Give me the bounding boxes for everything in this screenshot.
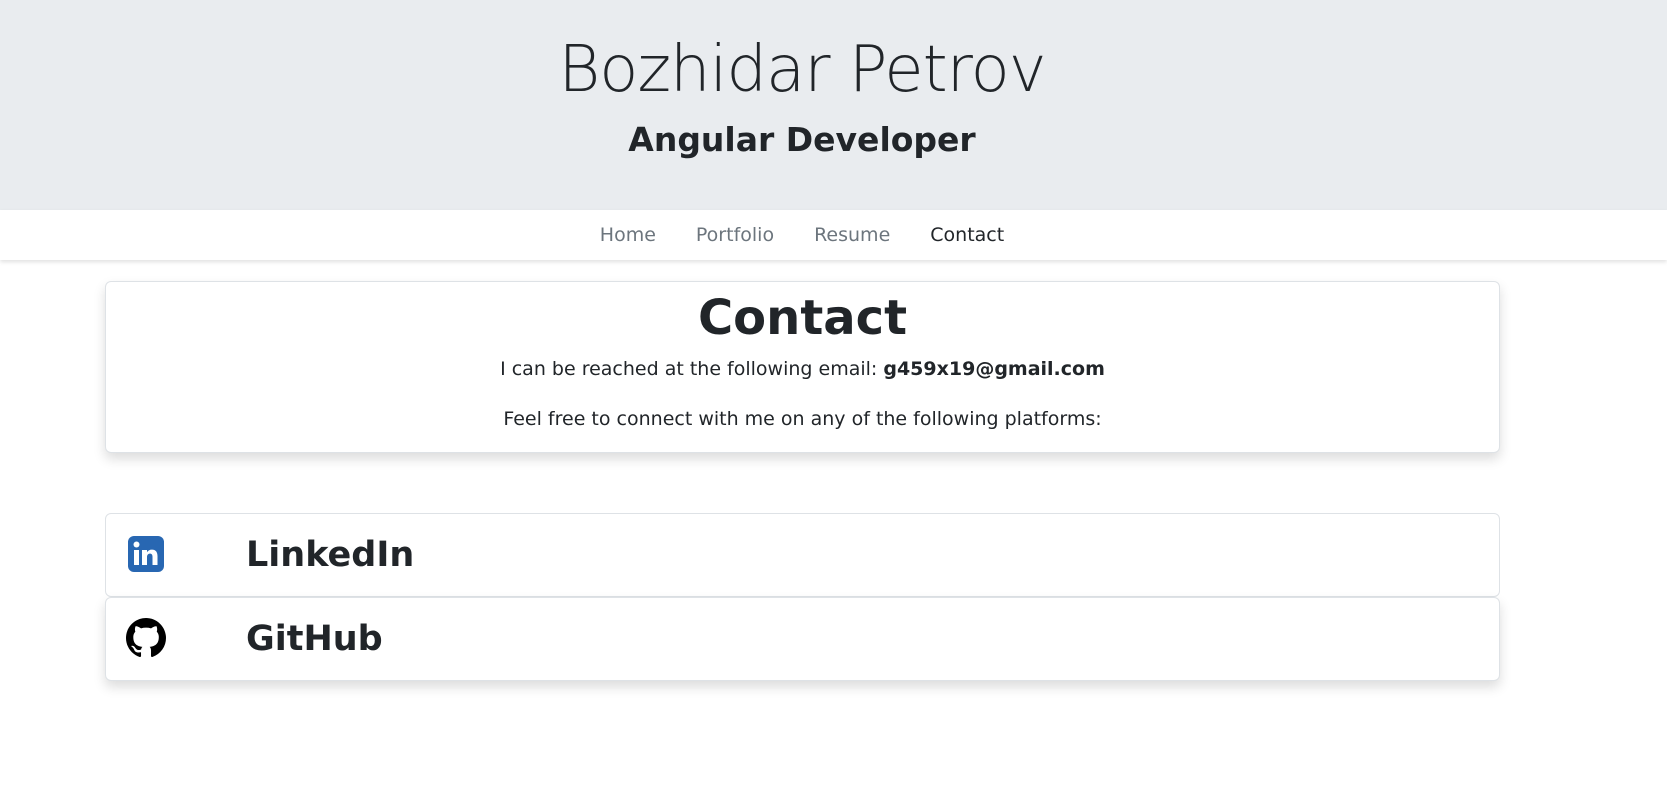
github-icon[interactable] (126, 618, 166, 658)
platform-card-linkedin[interactable]: LinkedIn (105, 513, 1500, 597)
contact-card: Contact I can be reached at the followin… (105, 281, 1500, 453)
site-header: Bozhidar Petrov Angular Developer (0, 0, 1667, 210)
linkedin-icon[interactable] (126, 534, 166, 574)
main-navbar: Home Portfolio Resume Contact (0, 210, 1667, 260)
contact-email-line: I can be reached at the following email:… (106, 356, 1499, 382)
nav-links: Home Portfolio Resume Contact (0, 210, 1604, 260)
contact-email-prefix: I can be reached at the following email: (500, 358, 884, 380)
contact-email: g459x19@gmail.com (883, 358, 1105, 380)
nav-link-portfolio[interactable]: Portfolio (676, 224, 794, 246)
site-owner-role: Angular Developer (628, 120, 976, 159)
contact-platforms-text: Feel free to connect with me on any of t… (503, 408, 1102, 430)
contact-title: Contact (697, 290, 908, 346)
nav-link-resume[interactable]: Resume (794, 224, 910, 246)
linkedin-link[interactable]: LinkedIn (246, 532, 414, 578)
platform-card-github[interactable]: GitHub (105, 597, 1500, 681)
nav-link-contact[interactable]: Contact (910, 224, 1024, 246)
site-owner-name: Bozhidar Petrov (558, 33, 1046, 107)
github-link[interactable]: GitHub (246, 616, 383, 662)
nav-link-home[interactable]: Home (580, 224, 676, 246)
